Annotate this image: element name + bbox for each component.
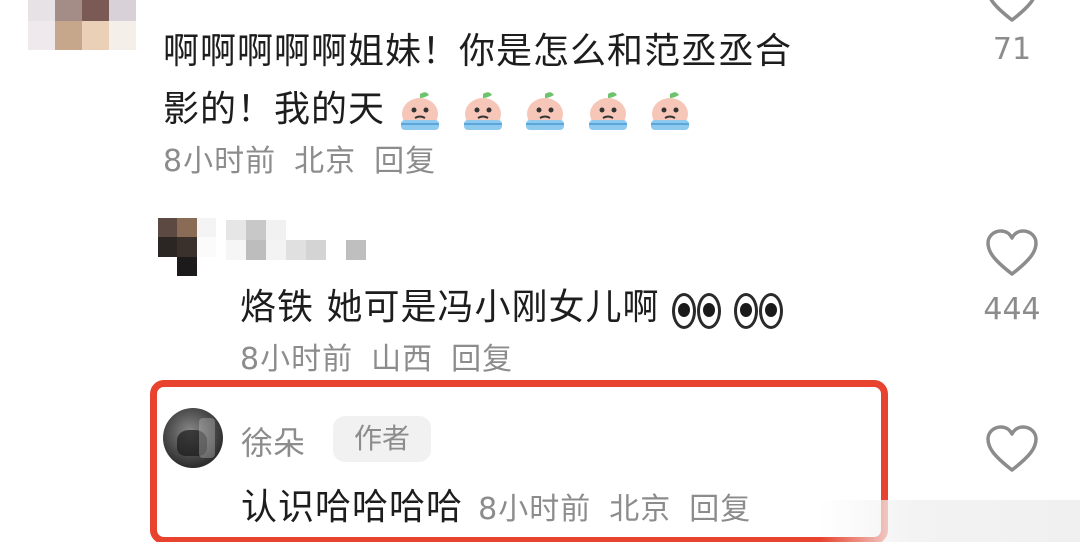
comment-text-row: 烙铁 她可是冯小刚女儿啊 [240,278,784,330]
crying-peach-emoji [463,92,502,130]
crying-peach-emoji [651,92,690,130]
comment-text: 影的！我的天 [163,89,386,130]
like-button[interactable]: 444 [972,228,1052,327]
reply-button[interactable]: 回复 [451,342,513,377]
eyes-emoji [671,289,722,330]
reply-button[interactable]: 回复 [374,144,436,179]
reply-button[interactable]: 回复 [689,492,751,527]
avatar-pixelated[interactable] [28,0,136,50]
comment-meta: 8小时前 北京 回复 [163,136,436,180]
comment-text: 烙铁 她可是冯小刚女儿啊 [240,287,660,328]
comments-screen: 啊啊啊啊啊姐妹！你是怎么和范丞丞合 影的！我的天 8小时前 北京 回复 71 烙铁 … [0,0,1080,542]
crying-peach-emoji [526,92,565,130]
author-badge: 作者 [333,416,431,462]
comment-text-line1: 啊啊啊啊啊姐妹！你是怎么和范丞丞合 [163,31,793,72]
comment-location: 山西 [371,342,434,377]
watermark-fade [820,500,1080,542]
crying-peach-emoji [401,92,440,130]
comment-meta: 8小时前 山西 回复 [240,334,513,378]
comment-location: 北京 [294,144,357,179]
comment-time: 8小时前 [240,342,354,377]
like-count: 444 [983,292,1041,327]
like-count: 71 [992,32,1032,67]
comment-time: 8小时前 [163,144,277,179]
heart-outline-icon [986,425,1038,472]
username-pixelated [226,220,366,260]
eyes-emoji [734,289,784,330]
comment-time: 8小时前 [478,492,592,527]
heart-outline-icon [989,0,1035,22]
comment-text: 认识哈哈哈哈 [241,487,464,528]
heart-outline-icon [986,229,1038,276]
like-button[interactable]: 71 [972,0,1052,67]
like-button[interactable] [972,424,1052,474]
comment-text-row: 认识哈哈哈哈 8小时前 北京 回复 [241,478,751,530]
avatar-pixelated[interactable] [158,218,216,276]
author-name[interactable]: 徐朵 [241,418,305,464]
crying-peach-emoji [588,92,627,130]
comment-text-line2: 影的！我的天 [163,80,697,134]
comment-location: 北京 [609,492,672,527]
comment-meta: 8小时前 北京 回复 [478,492,751,527]
author-avatar[interactable] [163,408,223,468]
crying-peach-emoji-row [397,88,697,134]
